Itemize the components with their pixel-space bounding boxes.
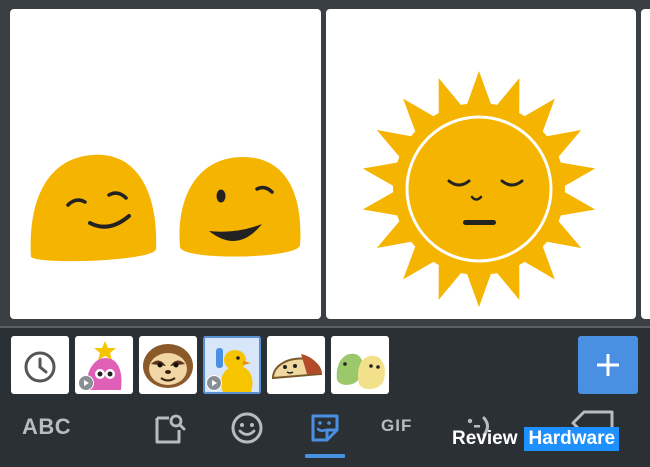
- taco-cat-sticker[interactable]: [267, 336, 325, 394]
- recent-icon: [24, 351, 56, 383]
- two-blob-faces-sticker[interactable]: [10, 9, 321, 319]
- pink-star-blob-sticker[interactable]: [75, 336, 133, 394]
- recent-stickers-tab[interactable]: [11, 336, 69, 394]
- abc-keyboard-button[interactable]: ABC: [22, 414, 71, 440]
- emoji-icon[interactable]: [229, 410, 265, 446]
- next-sticker-card[interactable]: [641, 9, 650, 319]
- gif-button[interactable]: GIF: [381, 416, 412, 436]
- watermark-hardware-text: Hardware: [524, 427, 620, 451]
- play-icon: [78, 375, 94, 391]
- watermark-logo: Review Hardware: [449, 427, 620, 451]
- gif-search-icon[interactable]: [151, 412, 187, 446]
- green-yellow-chicks-sticker[interactable]: [331, 336, 389, 394]
- active-tab-indicator: [305, 454, 345, 458]
- play-icon: [206, 375, 222, 391]
- plus-icon: [597, 354, 619, 376]
- sleeping-sun-sticker[interactable]: [326, 9, 636, 319]
- add-sticker-button[interactable]: [578, 336, 638, 394]
- sloth-sticker[interactable]: [139, 336, 197, 394]
- watermark-review-text: Review: [452, 428, 518, 449]
- duck-sticker[interactable]: [203, 336, 261, 394]
- sticker-tray: [0, 328, 650, 400]
- sticker-grid: [0, 0, 650, 326]
- sticker-icon[interactable]: [307, 410, 343, 446]
